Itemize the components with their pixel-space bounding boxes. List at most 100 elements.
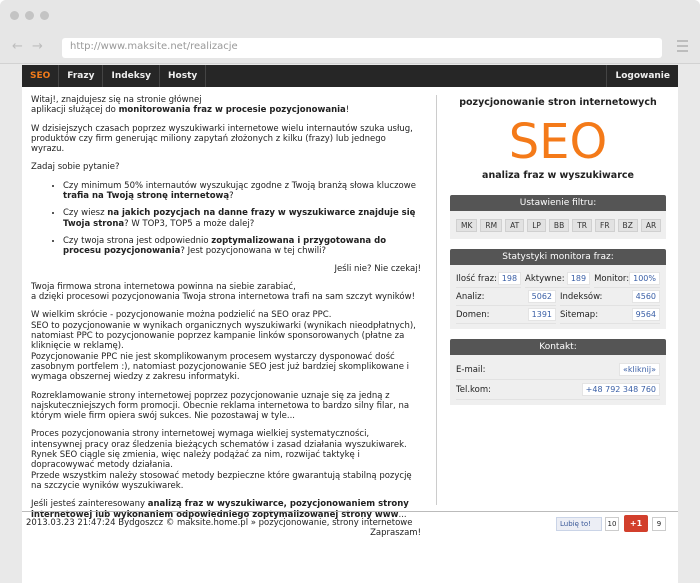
maximize-dot[interactable] [40,11,49,20]
q3-text: Czy twoja strona jest odpowiednio [63,235,212,246]
stats-row-2: Analiz: 5062 Indeksów: 4560 [456,288,660,306]
column-divider [436,95,437,505]
stat-item: Indeksów: 4560 [560,288,660,306]
seo-logo-text: SEO [508,114,608,170]
filter-tag[interactable]: AR [640,219,662,232]
nav-login[interactable]: Logowanie [606,65,678,87]
filter-tag[interactable]: LP [527,219,546,232]
stat-item: Ilość fraz: 198 [456,270,522,288]
paragraph-4: Twoja firmowa strona internetowa powinna… [31,282,421,303]
p4-line-2: a dzięki procesowi pozycjonowania Twoja … [31,292,415,303]
q1-end: ? [229,191,234,202]
p4-line-1: Twoja firmowa strona internetowa powinna… [31,281,296,292]
stat-value[interactable]: 4560 [631,290,660,303]
nav-seo[interactable]: SEO [22,65,60,87]
paragraph-2: W dzisiejszych czasach poprzez wyszukiwa… [31,123,413,155]
stat-label: Analiz: [456,291,485,302]
nav-indeksy[interactable]: Indeksy [103,65,160,87]
contact-email-row: E-mail: «kliknij» [456,360,660,380]
question-item: Czy wiesz na jakich pozycjach na danne f… [63,208,421,229]
question-list: Czy minimum 50% internautów wyszukując z… [63,181,421,257]
stat-value[interactable]: 198 [497,272,522,285]
phone-value[interactable]: +48 792 348 760 [581,383,660,396]
stat-item: Aktywne: 189 [525,270,591,288]
google-plus-button[interactable]: +1 [624,515,648,532]
paragraph-7: Proces pozycjonowania strony internetowe… [31,429,412,491]
cta-text: Jeśli nie? Nie czekaj! [334,263,421,274]
filter-tag[interactable]: RM [480,219,503,232]
right-header: pozycjonowanie stron internetowych [459,97,657,108]
footer-text: 2013.03.23 21:47:24 Bydgoszcz © maksite.… [26,518,413,528]
google-plus-count: 9 [652,517,666,531]
close-dot[interactable] [10,11,19,20]
filter-panel: Ustawienie filtru: MK RM AT LP BB TR FR … [450,195,666,239]
stat-label: Monitor: [594,273,630,284]
paragraph-5: W wielkim skrócie - pozycjonowanie można… [31,310,416,383]
hamburger-menu-icon[interactable] [677,40,688,55]
stat-item: Monitor: 100% [594,270,660,288]
filter-tags: MK RM AT LP BB TR FR BZ AR [456,216,662,234]
stat-label: Ilość fraz: [456,273,497,284]
nav-frazy[interactable]: Frazy [59,65,104,87]
intro-paragraph: Witaj!, znajdujesz się na stronie główne… [31,95,421,116]
stat-value[interactable]: 1391 [527,308,556,321]
contact-panel: Kontakt: E-mail: «kliknij» Tel.kom: +48 79… [450,339,666,405]
stat-item: Sitemap: 9564 [560,306,660,324]
main-content: Witaj!, znajdujesz się na stronie główne… [22,87,678,538]
stat-label: Aktywne: [525,273,565,284]
filter-title: Ustawienie filtru: [450,195,666,211]
back-arrow-icon[interactable]: ← [12,39,23,54]
title-bar [0,0,700,30]
stat-value[interactable]: 189 [566,272,591,285]
q2-text: Czy wiesz [63,208,108,219]
address-bar[interactable]: http://www.maksite.net/realizacje [62,38,662,58]
stats-row-1: Ilość fraz: 198 Aktywne: 189 Monitor: 100% [456,270,660,288]
stat-value[interactable]: 100% [629,272,660,285]
filter-tag[interactable]: AT [505,219,525,232]
stat-item: Analiz: 5062 [456,288,556,306]
minimize-dot[interactable] [25,11,34,20]
stats-panel: Statystyki monitora fraz: Ilość fraz: 198… [450,249,666,329]
stat-item: Domen: 1391 [456,306,556,324]
stats-title: Statystyki monitora fraz: [450,249,666,265]
q1-text: Czy minimum 50% internautów wyszukując z… [63,180,416,191]
facebook-like-label: Lubię to! [560,520,591,528]
question-item: Czy minimum 50% internautów wyszukując z… [63,181,421,202]
filter-tag[interactable]: MK [456,219,478,232]
stat-label: Sitemap: [560,309,599,320]
footer: 2013.03.23 21:47:24 Bydgoszcz © maksite.… [22,511,678,536]
contact-title: Kontakt: [450,339,666,355]
filter-tag[interactable]: TR [572,219,593,232]
browser-toolbar: ← → http://www.maksite.net/realizacje [0,30,700,64]
forward-arrow-icon[interactable]: → [32,39,43,54]
top-navigation: SEO Frazy Indeksy Hosty Logowanie [22,65,678,87]
intro-line-2: aplikacji służącej do [31,105,119,116]
intro-bold: monitorowania fraz w procesie pozycjonow… [118,105,346,116]
stat-value[interactable]: 5062 [527,290,556,303]
nav-hosty[interactable]: Hosty [160,65,207,87]
contact-phone-row: Tel.kom: +48 792 348 760 [456,380,660,400]
filter-tag[interactable]: BZ [617,219,638,232]
email-link[interactable]: «kliknij» [618,363,660,376]
stat-label: Domen: [456,309,490,320]
q2-end: ? W TOP3, TOP5 a może dalej? [124,218,255,229]
paragraph-6: Rozreklamowanie strony internetowej popr… [31,390,410,422]
intro-line-1: Witaj!, znajdujesz się na stronie główne… [31,95,202,105]
question-item: Czy twoja strona jest odpowiednio zoptym… [63,236,421,257]
right-subheader: analiza fraz w wyszukiwarce [482,170,634,181]
stats-row-3: Domen: 1391 Sitemap: 9564 [456,306,660,324]
right-column: pozycjonowanie stron internetowych SEO a… [450,97,666,405]
intro-end: ! [345,105,350,116]
q1-bold: trafia na Twoją stronę internetową [63,191,230,202]
filter-tag[interactable]: FR [595,219,615,232]
stat-label: Indeksów: [560,291,603,302]
browser-window: ← → http://www.maksite.net/realizacje SE… [0,0,700,583]
facebook-like-button[interactable]: Lubię to! [556,517,602,531]
left-column: Witaj!, znajdujesz się na stronie główne… [31,95,421,546]
paragraph-3: Zadaj sobie pytanie? [31,162,120,173]
window-controls [10,11,49,20]
site-page: SEO Frazy Indeksy Hosty Logowanie Witaj!… [22,65,678,583]
filter-tag[interactable]: BB [548,219,570,232]
stat-value[interactable]: 9564 [631,308,660,321]
p8-text: Jeśli jesteś zainteresowany [31,499,148,510]
